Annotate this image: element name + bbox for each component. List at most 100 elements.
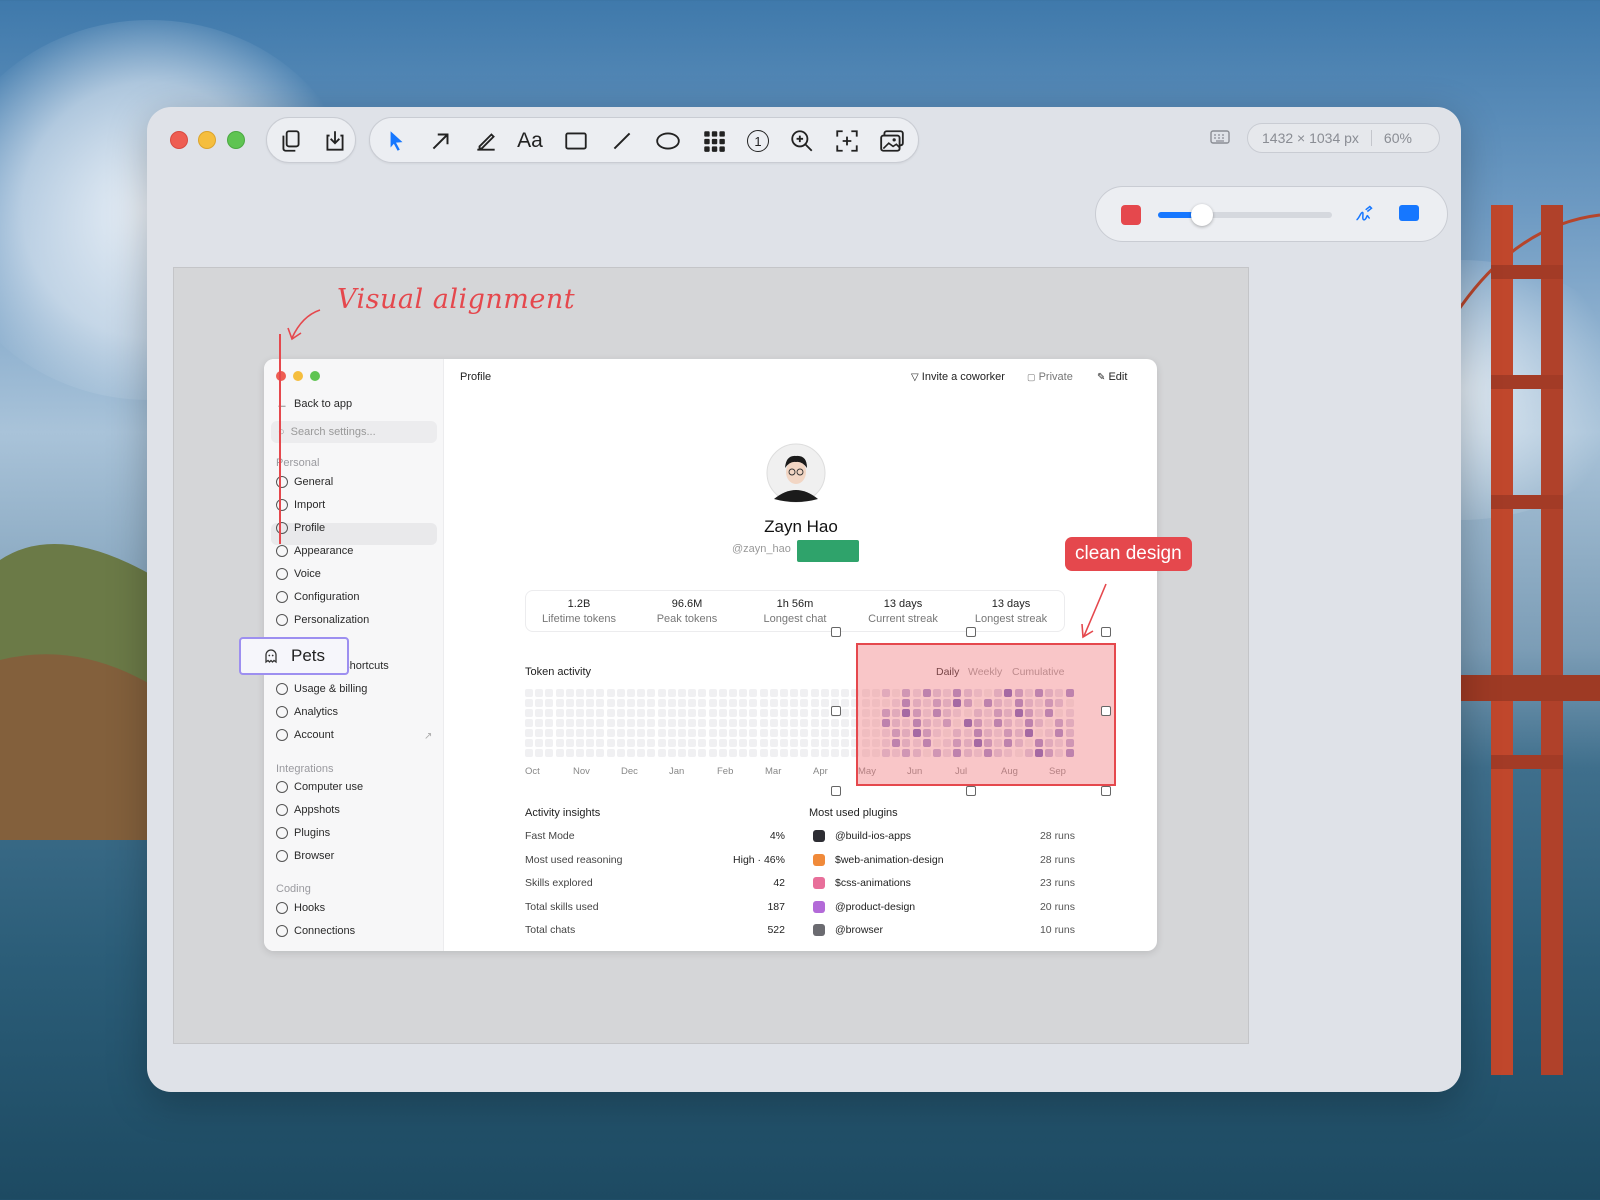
crop-tool[interactable] — [825, 118, 869, 164]
avatar[interactable] — [766, 443, 826, 503]
sidebar-item-analytics[interactable]: Analytics — [276, 702, 338, 722]
keyboard-icon[interactable] — [1210, 129, 1230, 145]
zoom-label[interactable]: 60% — [1384, 130, 1412, 146]
sidebar-item-general[interactable]: General — [276, 472, 333, 492]
heatmap-cell — [627, 689, 635, 697]
counter-tool[interactable]: 1 — [736, 118, 780, 164]
invite-button[interactable]: ▽ Invite a coworker — [911, 371, 1005, 383]
heatmap-cell — [586, 729, 595, 737]
pets-annotation-box[interactable]: Pets — [239, 637, 349, 675]
slider-knob[interactable] — [1190, 204, 1213, 226]
redaction-block[interactable] — [797, 540, 859, 562]
heatmap-cell — [769, 699, 778, 707]
resize-handle[interactable] — [1101, 627, 1111, 637]
rectangle-tool[interactable] — [554, 118, 598, 164]
select-tool[interactable] — [374, 118, 418, 164]
arrow-tool[interactable] — [419, 118, 463, 164]
ellipse-tool[interactable] — [646, 118, 690, 164]
background-tool[interactable] — [870, 118, 914, 164]
visual-alignment-annotation[interactable]: Visual alignment — [337, 284, 575, 315]
sidebar-item-profile[interactable]: Profile — [276, 518, 325, 538]
heatmap-cell — [769, 729, 778, 737]
heatmap-cell — [688, 689, 697, 697]
privacy-button[interactable]: ▢ Private — [1027, 371, 1073, 383]
sidebar-item-appearance[interactable]: Appearance — [276, 541, 353, 561]
copy-button[interactable] — [269, 118, 313, 164]
sidebar-item-voice[interactable]: Voice — [276, 564, 321, 584]
color-swatch[interactable] — [1121, 205, 1141, 225]
sidebar-item-account[interactable]: Account — [276, 725, 334, 745]
heatmap-cell — [749, 719, 758, 727]
heatmap-cell — [555, 719, 564, 727]
back-to-app-link[interactable]: ← Back to app — [276, 394, 352, 414]
heatmap-cell — [667, 739, 676, 747]
size-readout[interactable]: 1432 × 1034 px 60% — [1247, 123, 1440, 153]
resize-handle[interactable] — [1101, 786, 1111, 796]
fill-swatch[interactable] — [1399, 205, 1419, 221]
resize-handle[interactable] — [966, 786, 976, 796]
heatmap-cell — [688, 729, 697, 737]
alignment-guide-line[interactable] — [279, 334, 281, 544]
heatmap-cell — [718, 739, 727, 747]
heatmap-cell — [627, 739, 635, 747]
minimize-button[interactable] — [198, 131, 216, 149]
sidebar-item-computer-use[interactable]: Computer use — [276, 777, 363, 797]
heatmap-cell — [667, 689, 676, 697]
heatmap-cell — [678, 699, 686, 707]
sidebar-item-plugins[interactable]: Plugins — [276, 823, 330, 843]
search-input[interactable]: ○ Search settings... — [271, 421, 437, 443]
resize-handle[interactable] — [831, 786, 841, 796]
heatmap-cell — [576, 709, 584, 717]
close-button[interactable] — [170, 131, 188, 149]
sidebar-item-hooks[interactable]: Hooks — [276, 898, 325, 918]
import-icon — [276, 499, 288, 511]
signature-icon[interactable] — [1354, 204, 1374, 224]
edit-button[interactable]: ✎ Edit — [1097, 371, 1127, 383]
heatmap-cell — [790, 699, 799, 707]
clean-design-label[interactable]: clean design — [1065, 537, 1192, 571]
sidebar-item-personalization[interactable]: Personalization — [276, 610, 369, 630]
maximize-button[interactable] — [227, 131, 245, 149]
grid-icon — [704, 131, 725, 152]
stroke-slider[interactable] — [1158, 204, 1332, 226]
pen-tool[interactable] — [464, 118, 508, 164]
mosaic-tool[interactable] — [692, 118, 736, 164]
line-tool[interactable] — [600, 118, 644, 164]
heatmap-cell — [657, 719, 666, 727]
plugin-name: $css-animations — [835, 877, 911, 889]
sidebar-item-usage-billing[interactable]: Usage & billing — [276, 679, 367, 699]
resize-handle[interactable] — [966, 627, 976, 637]
heatmap-cell — [810, 739, 819, 747]
stat-value: 1h 56m — [776, 598, 814, 610]
sidebar-item-connections[interactable]: Connections — [276, 921, 355, 941]
resize-handle[interactable] — [1101, 706, 1111, 716]
magnify-tool[interactable] — [780, 118, 824, 164]
minimize-button — [293, 371, 303, 381]
sidebar-item-configuration[interactable]: Configuration — [276, 587, 359, 607]
drawing-tools-toolbar: Aa 1 — [369, 117, 919, 163]
heatmap-cell — [616, 719, 625, 727]
text-tool[interactable]: Aa — [508, 118, 552, 164]
download-button[interactable] — [313, 118, 357, 164]
heatmap-cell — [525, 739, 533, 747]
crop-icon — [836, 130, 858, 152]
heatmap-cell — [657, 709, 666, 717]
heatmap-cell — [616, 709, 625, 717]
sidebar-item-import[interactable]: Import — [276, 495, 325, 515]
heatmap-cell — [555, 709, 564, 717]
highlight-rectangle[interactable] — [856, 643, 1116, 786]
resize-handle[interactable] — [831, 627, 841, 637]
heatmap-cell — [688, 749, 697, 757]
resize-handle[interactable] — [831, 706, 841, 716]
editor-canvas[interactable]: Visual alignment ← Back to app ○ Search … — [173, 267, 1249, 1044]
heatmap-cell — [586, 719, 595, 727]
privacy-label: Private — [1038, 371, 1073, 383]
heatmap-cell — [606, 689, 615, 697]
sidebar-item-appshots[interactable]: Appshots — [276, 800, 340, 820]
download-icon — [326, 131, 344, 151]
heatmap-cell — [596, 689, 605, 697]
annotation-arrow[interactable] — [284, 306, 334, 346]
heatmap-cell — [688, 709, 697, 717]
sidebar-item-browser[interactable]: Browser — [276, 846, 334, 866]
heatmap-cell — [780, 699, 788, 707]
